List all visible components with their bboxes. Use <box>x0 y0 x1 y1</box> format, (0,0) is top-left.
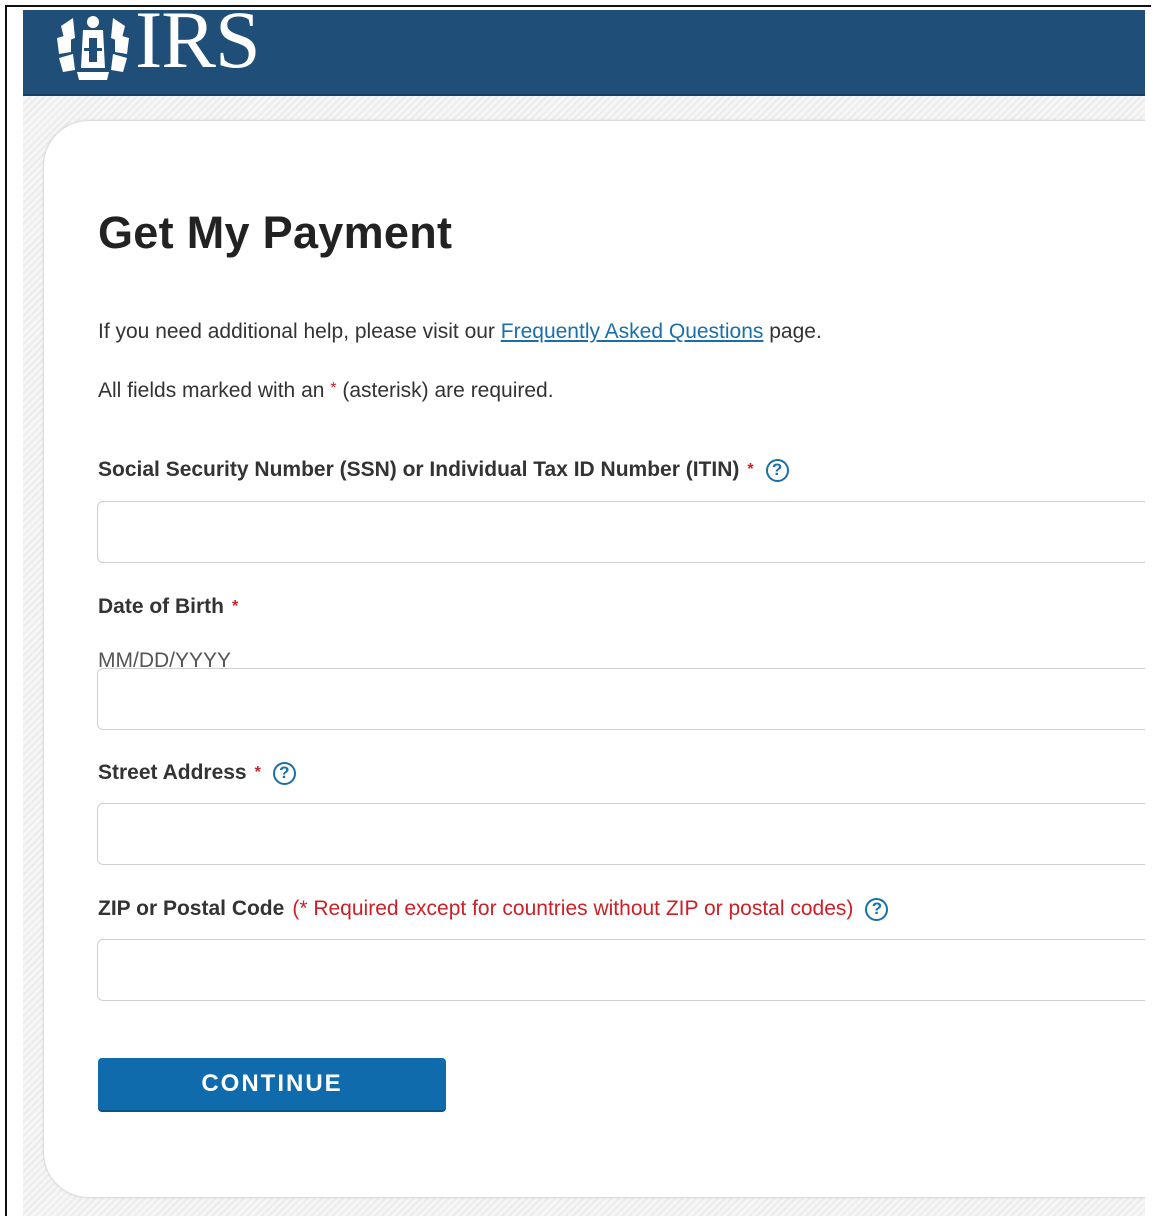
page-title: Get My Payment <box>98 207 453 258</box>
street-label-text: Street Address <box>98 761 247 784</box>
required-fields-note: All fields marked with an * (asterisk) a… <box>98 379 554 403</box>
dob-input[interactable] <box>97 668 1145 730</box>
help-text-prefix: If you need additional help, please visi… <box>98 320 501 343</box>
required-marker: * <box>254 764 261 781</box>
screenshot-frame: IRS Get My Payment If you need additiona… <box>5 5 1151 1216</box>
ssn-input[interactable] <box>97 501 1145 563</box>
ssn-help-icon[interactable]: ? <box>765 458 789 482</box>
dob-label-text: Date of Birth <box>98 595 224 618</box>
faq-link[interactable]: Frequently Asked Questions <box>501 320 764 343</box>
irs-logo[interactable]: IRS <box>53 10 261 85</box>
zip-required-note: (* Required except for countries without… <box>292 897 854 920</box>
zip-help-icon[interactable]: ? <box>865 897 889 921</box>
required-note-prefix: All fields marked with an <box>98 379 331 402</box>
logo-text: IRS <box>135 10 261 85</box>
page-viewport: IRS Get My Payment If you need additiona… <box>23 10 1145 1216</box>
site-header: IRS <box>23 10 1145 96</box>
zip-label-text: ZIP or Postal Code <box>98 897 285 920</box>
required-marker: * <box>747 461 754 478</box>
help-text-suffix: page. <box>763 320 822 343</box>
zip-code-input[interactable] <box>97 939 1145 1001</box>
required-note-suffix: (asterisk) are required. <box>336 379 554 402</box>
street-help-icon[interactable]: ? <box>272 761 296 785</box>
help-text: If you need additional help, please visi… <box>98 320 822 344</box>
dob-label: Date of Birth * <box>98 595 238 619</box>
continue-button[interactable]: CONTINUE <box>98 1058 446 1110</box>
ssn-label-text: Social Security Number (SSN) or Individu… <box>98 458 740 481</box>
required-marker: * <box>232 598 239 615</box>
ssn-label: Social Security Number (SSN) or Individu… <box>98 458 789 482</box>
zip-label: ZIP or Postal Code (* Required except fo… <box>98 897 889 921</box>
street-label: Street Address * ? <box>98 761 296 785</box>
street-address-input[interactable] <box>97 803 1145 865</box>
form-card: Get My Payment If you need additional he… <box>43 120 1145 1198</box>
eagle-icon <box>53 10 133 80</box>
